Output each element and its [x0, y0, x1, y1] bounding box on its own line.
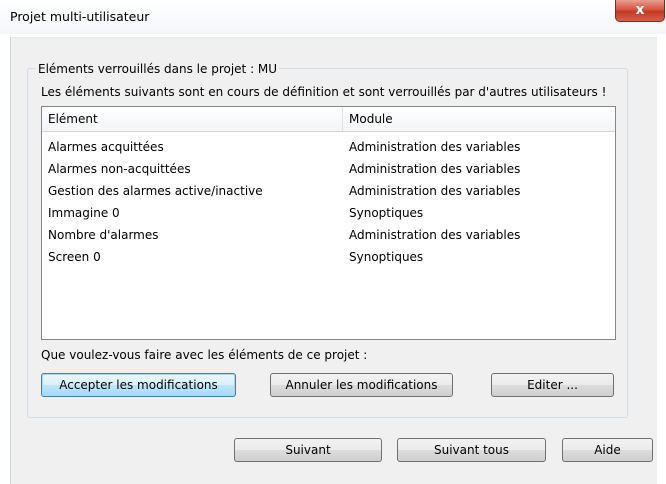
element-cell: Immagine 0 [48, 206, 120, 220]
module-cell: Administration des variables [349, 162, 521, 176]
locked-description: Les éléments suivants sont en cours de d… [41, 85, 607, 99]
list-header: Elément Module [42, 107, 615, 132]
element-cell: Screen 0 [48, 250, 101, 264]
accept-changes-button[interactable]: Accepter les modifications [41, 373, 236, 397]
next-button[interactable]: Suivant [234, 438, 382, 462]
column-divider[interactable] [342, 107, 343, 131]
list-item[interactable]: Nombre d'alarmes Administration des vari… [42, 225, 615, 247]
module-cell: Synoptiques [349, 250, 424, 264]
module-cell: Synoptiques [349, 206, 424, 220]
list-item[interactable]: Alarmes non-acquittées Administration de… [42, 159, 615, 181]
module-cell: Administration des variables [349, 228, 521, 242]
close-icon: x [635, 2, 645, 18]
window-title: Projet multi-utilisateur [10, 9, 150, 24]
list-item[interactable]: Gestion des alarmes active/inactive Admi… [42, 181, 615, 203]
group-label: Eléments verrouillés dans le projet : MU [36, 62, 280, 76]
column-header-element[interactable]: Elément [48, 112, 98, 126]
list-item[interactable]: Alarmes acquittées Administration des va… [42, 137, 615, 159]
action-question: Que voulez-vous faire avec les éléments … [41, 348, 368, 362]
module-cell: Administration des variables [349, 140, 521, 154]
title-bar: Projet multi-utilisateur [0, 0, 666, 34]
cancel-changes-button[interactable]: Annuler les modifications [270, 373, 453, 397]
list-item[interactable]: Immagine 0 Synoptiques [42, 203, 615, 225]
column-header-module[interactable]: Module [349, 112, 393, 126]
close-button[interactable]: x [615, 0, 665, 22]
locked-elements-list[interactable]: Elément Module Alarmes acquittées Admini… [41, 106, 616, 340]
list-item[interactable]: Screen 0 Synoptiques [42, 247, 615, 269]
element-cell: Alarmes acquittées [48, 140, 164, 154]
module-cell: Administration des variables [349, 184, 521, 198]
edit-button[interactable]: Editer ... [491, 373, 614, 397]
next-all-button[interactable]: Suivant tous [397, 438, 546, 462]
element-cell: Alarmes non-acquittées [48, 162, 191, 176]
element-cell: Gestion des alarmes active/inactive [48, 184, 263, 198]
element-cell: Nombre d'alarmes [48, 228, 159, 242]
help-button[interactable]: Aide [562, 438, 653, 462]
